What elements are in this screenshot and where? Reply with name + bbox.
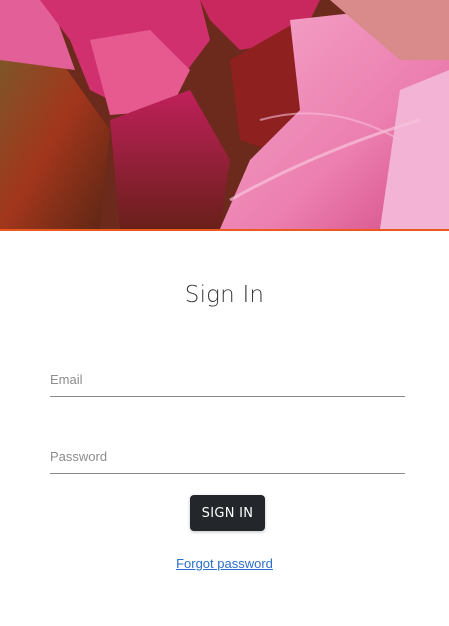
hero-image bbox=[0, 0, 449, 229]
sign-in-button[interactable]: SIGN IN bbox=[190, 495, 265, 531]
hero-divider bbox=[0, 229, 449, 231]
flower-petals-illustration bbox=[0, 0, 449, 229]
forgot-password-container: Forgot password bbox=[0, 556, 449, 571]
password-field[interactable] bbox=[50, 440, 405, 474]
forgot-password-link[interactable]: Forgot password bbox=[176, 556, 273, 571]
email-field[interactable] bbox=[50, 363, 405, 397]
page-title: Sign In bbox=[184, 282, 265, 308]
